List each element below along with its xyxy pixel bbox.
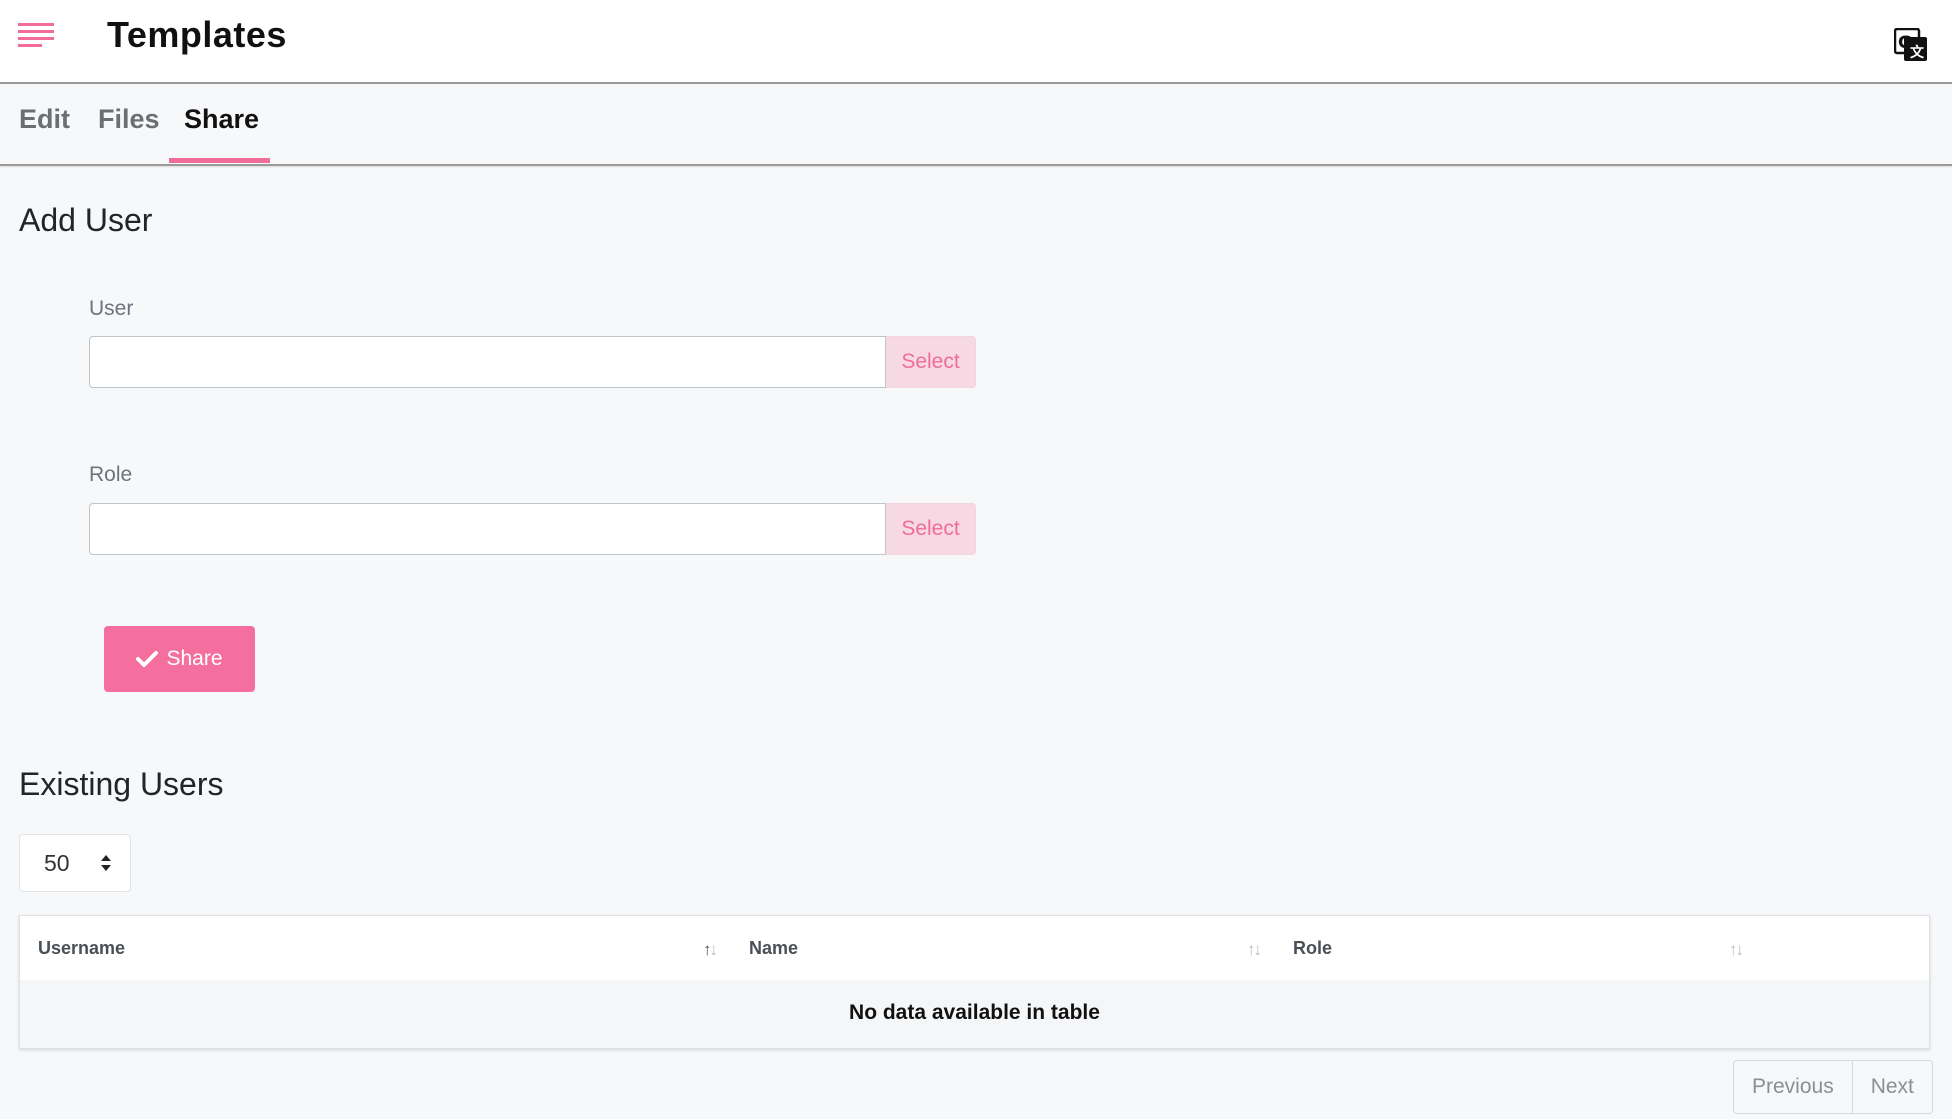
tab-share[interactable]: Share [184,104,259,135]
pagination: Previous Next [1733,1060,1933,1114]
sort-icon-name[interactable]: ↑↓ [1247,940,1262,960]
add-user-heading: Add User [19,202,153,238]
existing-users-heading: Existing Users [19,766,224,802]
table-row: No data available in table [20,980,1929,1048]
user-input[interactable] [89,336,886,388]
sort-icon-username[interactable]: ↑↓ [703,940,718,960]
role-select-button[interactable]: Select [886,503,976,555]
check-icon [136,651,159,667]
user-select-button[interactable]: Select [886,336,976,388]
active-tab-indicator [169,158,270,163]
previous-page-button[interactable]: Previous [1734,1061,1852,1113]
svg-text:文: 文 [1910,44,1925,61]
top-header: Templates G 文 [0,0,1952,84]
role-field-label: Role [89,463,133,486]
tab-bar: Edit Files Share [0,84,1952,166]
existing-users-table: Username ↑↓ Name ↑↓ Role ↑↓ No data avai… [19,915,1930,1049]
role-input[interactable] [89,503,886,555]
tab-edit[interactable]: Edit [19,104,70,135]
column-header-name[interactable]: Name [749,938,798,959]
user-field-label: User [89,297,134,320]
next-page-button[interactable]: Next [1851,1061,1932,1113]
role-input-group: Select [89,503,976,555]
google-translate-icon[interactable]: G 文 [1894,28,1928,62]
empty-table-message: No data available in table [849,1001,1100,1024]
select-caret-icon [101,855,111,871]
page-length-select[interactable]: 50 [19,834,131,892]
hamburger-menu-icon[interactable] [18,22,54,50]
page-title: Templates [107,14,287,55]
sort-icon-role[interactable]: ↑↓ [1729,940,1744,960]
tab-files[interactable]: Files [98,104,160,135]
table-header-row: Username ↑↓ Name ↑↓ Role ↑↓ [20,916,1929,981]
share-button[interactable]: Share [104,626,255,692]
page-length-value: 50 [44,850,70,876]
share-button-label: Share [166,647,223,670]
column-header-role[interactable]: Role [1293,938,1332,959]
user-input-group: Select [89,336,976,388]
column-header-username[interactable]: Username [38,938,125,959]
